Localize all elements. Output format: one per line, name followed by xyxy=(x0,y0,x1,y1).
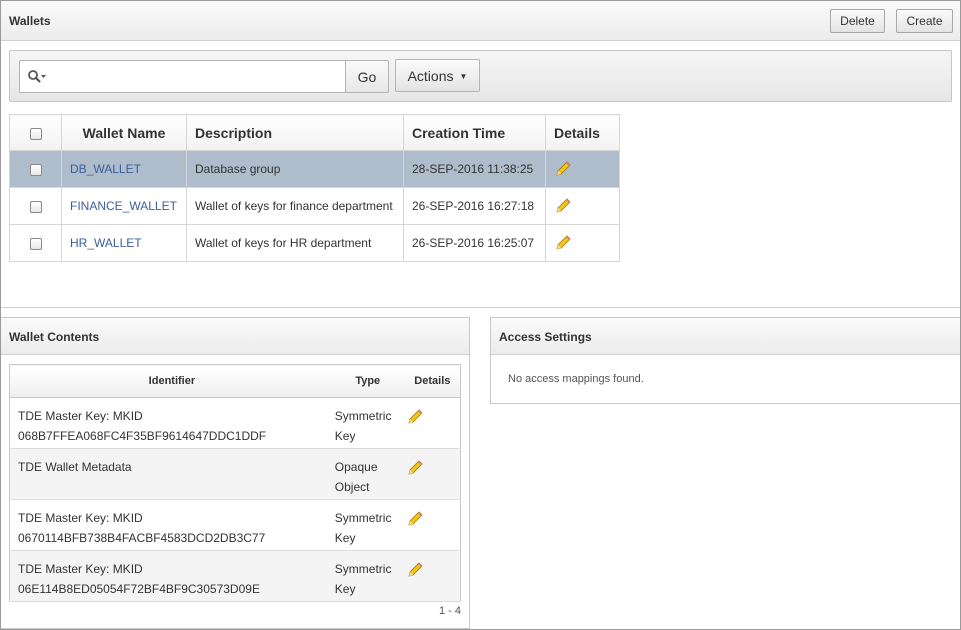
pencil-icon[interactable] xyxy=(554,197,572,215)
type-line: Opaque xyxy=(334,460,378,474)
identifier-cell: TDE Master Key: MKID 06E114B8ED05054F72BF… xyxy=(9,550,327,602)
type-line: Object xyxy=(334,480,370,494)
access-settings-panel: Access Settings No access mappings found… xyxy=(490,317,960,404)
row-checkbox[interactable] xyxy=(29,237,42,250)
identifier-line: TDE Master Key: MKID xyxy=(18,562,143,576)
identifier-line: 068B7FFEA068FC4F35BF9614647DDC1DDF xyxy=(18,429,267,443)
type-cell: Opaque Object xyxy=(326,448,402,500)
creation-time-cell: 28-SEP-2016 11:38:25 xyxy=(403,150,546,188)
pagination-label: 1 - 4 xyxy=(439,605,462,617)
description-cell: Database group xyxy=(186,150,404,188)
no-access-message: No access mappings found. xyxy=(508,373,644,385)
wallet-name-link[interactable]: FINANCE_WALLET xyxy=(70,199,177,213)
column-header-type[interactable]: Type xyxy=(326,364,402,398)
identifier-cell: TDE Master Key: MKID 0670114BFB738B4FACBF… xyxy=(9,499,327,551)
search-icon[interactable] xyxy=(27,69,49,85)
details-cell xyxy=(545,224,620,262)
wallet-name-cell: DB_WALLET xyxy=(61,150,187,188)
table-row: TDE Master Key: MKID 06E114B8ED05054F72BF… xyxy=(9,550,461,602)
table-row: TDE Master Key: MKID 068B7FFEA068FC4F35BF… xyxy=(9,397,461,449)
row-checkbox[interactable] xyxy=(29,200,42,213)
wallet-name-cell: HR_WALLET xyxy=(61,224,187,262)
go-button[interactable]: Go xyxy=(345,60,389,93)
wallet-contents-table: Identifier Type Details TDE Master Key: … xyxy=(9,364,461,602)
type-line: Key xyxy=(334,531,356,545)
wallet-contents-panel: Wallet Contents Identifier Type Details … xyxy=(1,317,470,629)
actions-menu-button[interactable]: Actions ▼ xyxy=(395,59,480,92)
type-cell: Symmetric Key xyxy=(326,499,402,551)
row-checkbox-cell xyxy=(9,150,62,188)
identifier-line: 0670114BFB738B4FACBF4583DCD2DB3C77 xyxy=(18,531,266,545)
region-divider xyxy=(1,307,960,308)
identifier-line: TDE Master Key: MKID xyxy=(18,409,143,423)
column-header-details: Details xyxy=(401,364,461,398)
wallet-contents-title: Wallet Contents xyxy=(9,330,100,344)
pencil-icon[interactable] xyxy=(406,561,424,579)
details-cell xyxy=(545,150,620,188)
table-row[interactable]: FINANCE_WALLET Wallet of keys for financ… xyxy=(9,187,620,225)
wallet-name-link[interactable]: HR_WALLET xyxy=(70,236,142,250)
table-row: TDE Wallet Metadata Opaque Object xyxy=(9,448,461,500)
table-header-row: Wallet Name Description Creation Time De… xyxy=(9,114,620,151)
pencil-icon[interactable] xyxy=(406,459,424,477)
search-box[interactable]: Go xyxy=(19,60,389,93)
identifier-line: 06E114B8ED05054F72BF4BF9C30573D09E xyxy=(18,582,260,596)
chevron-down-icon: ▼ xyxy=(459,72,468,81)
access-settings-title: Access Settings xyxy=(499,330,592,344)
column-header-details: Details xyxy=(545,114,620,151)
wallet-contents-header: Wallet Contents xyxy=(1,318,469,355)
wallet-name-link[interactable]: DB_WALLET xyxy=(70,162,141,176)
table-header-row: Identifier Type Details xyxy=(9,364,461,398)
identifier-cell: TDE Wallet Metadata xyxy=(9,448,327,500)
type-line: Key xyxy=(334,429,356,443)
row-checkbox[interactable] xyxy=(29,163,42,176)
table-row[interactable]: DB_WALLET Database group 28-SEP-2016 11:… xyxy=(9,150,620,188)
details-cell xyxy=(401,499,461,551)
creation-time-cell: 26-SEP-2016 16:25:07 xyxy=(403,224,546,262)
wallets-title: Wallets xyxy=(9,14,51,28)
identifier-line: TDE Master Key: MKID xyxy=(18,511,143,525)
search-toolbar: Go Actions ▼ xyxy=(9,50,952,102)
search-input[interactable] xyxy=(52,63,334,90)
description-cell: Wallet of keys for HR department xyxy=(186,224,404,262)
wallets-region-header: Wallets Delete Create xyxy=(1,1,960,41)
wallet-name-cell: FINANCE_WALLET xyxy=(61,187,187,225)
pencil-icon[interactable] xyxy=(554,234,572,252)
actions-label: Actions xyxy=(407,68,454,84)
identifier-cell: TDE Master Key: MKID 068B7FFEA068FC4F35BF… xyxy=(9,397,327,449)
details-cell xyxy=(545,187,620,225)
column-header-identifier[interactable]: Identifier xyxy=(9,364,327,398)
type-line: Symmetric xyxy=(334,562,392,576)
column-header-wallet-name[interactable]: Wallet Name xyxy=(61,114,187,151)
type-line: Symmetric xyxy=(334,511,392,525)
wallets-table: Wallet Name Description Creation Time De… xyxy=(9,114,620,262)
access-settings-header: Access Settings xyxy=(491,318,960,355)
create-button[interactable]: Create xyxy=(896,9,953,33)
type-line: Key xyxy=(334,582,356,596)
select-all-checkbox[interactable] xyxy=(29,127,42,140)
description-cell: Wallet of keys for finance department xyxy=(186,187,404,225)
details-cell xyxy=(401,397,461,449)
type-cell: Symmetric Key xyxy=(326,550,402,602)
column-header-description[interactable]: Description xyxy=(186,114,404,151)
row-checkbox-cell xyxy=(9,187,62,225)
delete-button[interactable]: Delete xyxy=(830,9,885,33)
select-all-header xyxy=(9,114,62,151)
pencil-icon[interactable] xyxy=(406,408,424,426)
pencil-icon[interactable] xyxy=(554,160,572,178)
pencil-icon[interactable] xyxy=(406,510,424,528)
details-cell xyxy=(401,550,461,602)
details-cell xyxy=(401,448,461,500)
table-row: TDE Master Key: MKID 0670114BFB738B4FACBF… xyxy=(9,499,461,551)
creation-time-cell: 26-SEP-2016 16:27:18 xyxy=(403,187,546,225)
identifier-line: TDE Wallet Metadata xyxy=(18,460,132,474)
table-row[interactable]: HR_WALLET Wallet of keys for HR departme… xyxy=(9,224,620,262)
row-checkbox-cell xyxy=(9,224,62,262)
column-header-creation-time[interactable]: Creation Time xyxy=(403,114,546,151)
type-cell: Symmetric Key xyxy=(326,397,402,449)
type-line: Symmetric xyxy=(334,409,392,423)
